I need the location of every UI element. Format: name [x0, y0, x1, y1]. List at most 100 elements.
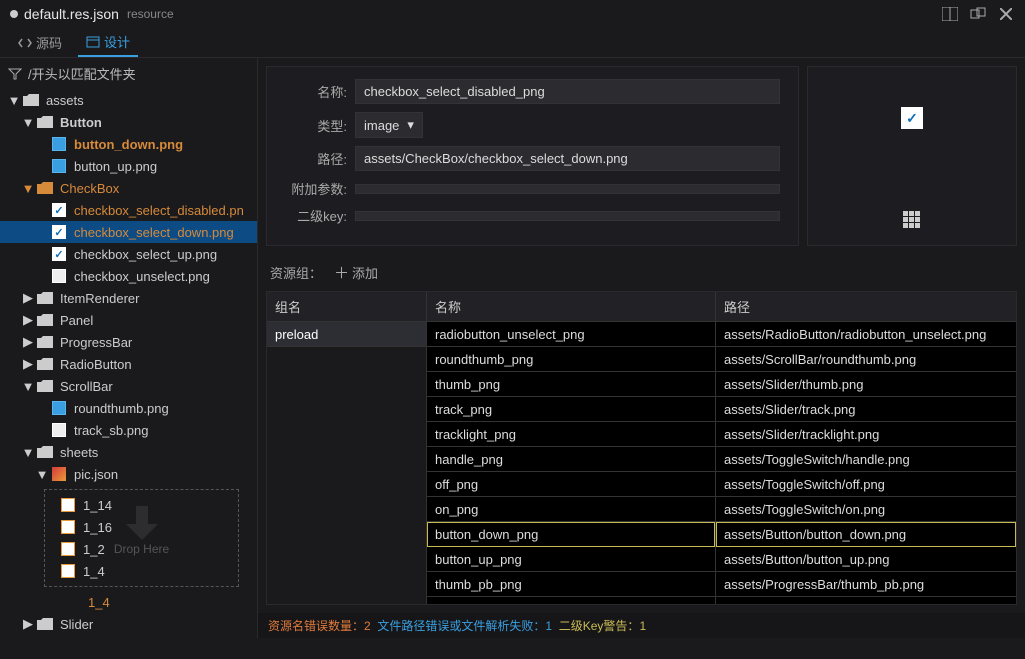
resource-table: 组名 preload 名称 radiobutton_unselect_pngro…: [266, 291, 1017, 605]
table-row-name[interactable]: thumb_pb_png: [427, 572, 715, 597]
content-area: 名称: checkbox_select_disabled_png 类型: image…: [258, 58, 1025, 638]
table-row-name[interactable]: on_png: [427, 497, 715, 522]
prop-name-label: 名称:: [285, 82, 347, 101]
table-row-path[interactable]: assets/Button/button_up.png: [716, 547, 1016, 572]
tree-sheets[interactable]: ▼sheets: [0, 441, 257, 463]
table-row-path[interactable]: assets/ToggleSwitch/handle.png: [716, 447, 1016, 472]
tree-button-down[interactable]: button_down.png: [0, 133, 257, 155]
table-row-path[interactable]: assets/ProgressBar/thumb_pb.png: [716, 572, 1016, 597]
sidebar: /开头以匹配文件夹 ▼assets ▼Button button_down.pn…: [0, 58, 258, 638]
table-row-path[interactable]: assets/Slider/thumb.png: [716, 372, 1016, 397]
tree-s12[interactable]: 1_2: [49, 538, 234, 560]
table-row-name[interactable]: radiobutton_unselect_png: [427, 322, 715, 347]
image-icon: [52, 269, 66, 283]
tree-s14[interactable]: 1_4: [49, 560, 234, 582]
sheet-icon: [61, 542, 75, 556]
table-row-name[interactable]: track_pb_png: [427, 597, 715, 605]
table-row-name[interactable]: button_down_png: [427, 522, 715, 547]
tree-cb-down[interactable]: ✓checkbox_select_down.png: [0, 221, 257, 243]
tree-cb-up[interactable]: ✓checkbox_select_up.png: [0, 243, 257, 265]
link-icon[interactable]: [969, 5, 987, 23]
tab-source-label: 源码: [36, 33, 62, 52]
status-err-count: 2: [364, 619, 371, 633]
image-icon: [52, 159, 66, 173]
tree-assets[interactable]: ▼assets: [0, 89, 257, 111]
tree-s116[interactable]: 1_16: [49, 516, 234, 538]
file-type: resource: [127, 7, 174, 21]
tree-progressbar[interactable]: ▶ProgressBar: [0, 331, 257, 353]
preview-panel: ✓: [807, 66, 1017, 246]
tree-cb-disabled[interactable]: ✓checkbox_select_disabled.pn: [0, 199, 257, 221]
image-icon: [52, 423, 66, 437]
table-row-name[interactable]: button_up_png: [427, 547, 715, 572]
prop-name-input[interactable]: checkbox_select_disabled_png: [355, 79, 780, 104]
tree-panel[interactable]: ▶Panel: [0, 309, 257, 331]
image-icon: [52, 401, 66, 415]
prop-extra-input[interactable]: [355, 184, 780, 194]
table-row-name[interactable]: handle_png: [427, 447, 715, 472]
status-warn-count: 1: [639, 619, 646, 633]
checkbox-icon: ✓: [52, 203, 66, 217]
table-row-name[interactable]: roundthumb_png: [427, 347, 715, 372]
sheet-icon: [61, 520, 75, 534]
json-icon: [52, 467, 66, 481]
prop-type-label: 类型:: [285, 116, 347, 135]
split-icon[interactable]: [941, 5, 959, 23]
tree-button-folder[interactable]: ▼Button: [0, 111, 257, 133]
properties-panel: 名称: checkbox_select_disabled_png 类型: image…: [266, 66, 799, 246]
tab-source[interactable]: 源码: [10, 29, 70, 56]
table-row-path[interactable]: assets/Slider/tracklight.png: [716, 422, 1016, 447]
tree-itemrenderer[interactable]: ▶ItemRenderer: [0, 287, 257, 309]
tree-track-sb[interactable]: track_sb.png: [0, 419, 257, 441]
tree-button-up[interactable]: button_up.png: [0, 155, 257, 177]
tree-radiobutton[interactable]: ▶RadioButton: [0, 353, 257, 375]
table-row-path[interactable]: assets/ScrollBar/roundthumb.png: [716, 347, 1016, 372]
col-path-header: 路径: [716, 292, 1016, 322]
plus-icon: ＋: [334, 262, 349, 283]
close-icon[interactable]: [997, 5, 1015, 23]
table-row-path[interactable]: assets/ToggleSwitch/on.png: [716, 497, 1016, 522]
table-row-name[interactable]: track_png: [427, 397, 715, 422]
tree-checkbox-folder[interactable]: ▼CheckBox: [0, 177, 257, 199]
prop-path-input[interactable]: assets/CheckBox/checkbox_select_down.png: [355, 146, 780, 171]
checkbox-icon: ✓: [52, 225, 66, 239]
tree-s114[interactable]: 1_14: [49, 494, 234, 516]
sheet-icon: [61, 564, 75, 578]
sidebar-filter[interactable]: /开头以匹配文件夹: [0, 58, 257, 89]
prop-path-label: 路径:: [285, 149, 347, 168]
tree-slider[interactable]: ▶Slider: [0, 613, 257, 635]
filter-icon: [8, 68, 22, 80]
prop-extra-label: 附加参数:: [285, 179, 347, 198]
checkbox-icon: ✓: [52, 247, 66, 261]
table-row-path[interactable]: assets/Slider/track.png: [716, 397, 1016, 422]
tree-scrollbar[interactable]: ▼ScrollBar: [0, 375, 257, 397]
col-name-header: 名称: [427, 292, 715, 322]
table-row-path[interactable]: assets/ToggleSwitch/off.png: [716, 472, 1016, 497]
add-group-button[interactable]: ＋添加: [334, 262, 378, 283]
table-row-name[interactable]: off_png: [427, 472, 715, 497]
prop-subkey-input[interactable]: [355, 211, 780, 221]
asset-tree: ▼assets ▼Button button_down.png button_u…: [0, 89, 257, 638]
prop-type-select[interactable]: image▾: [355, 112, 423, 138]
table-row-path[interactable]: assets/ProgressBar/track_pb.png: [716, 597, 1016, 605]
sidebar-filter-placeholder: /开头以匹配文件夹: [28, 64, 136, 83]
tree-s14b[interactable]: 1_4: [0, 591, 257, 613]
grid-toggle-icon[interactable]: [903, 211, 921, 229]
prop-subkey-label: 二级key:: [285, 206, 347, 225]
sheet-icon: [61, 498, 75, 512]
tab-design[interactable]: 设计: [78, 28, 138, 57]
group-preload[interactable]: preload: [267, 322, 426, 347]
dropzone[interactable]: 1_14 1_16 1_2 Drop Here 1_4: [44, 489, 239, 587]
table-row-path[interactable]: assets/Button/button_down.png: [716, 522, 1016, 547]
tree-picjson[interactable]: ▼pic.json: [0, 463, 257, 485]
tree-cb-unselect[interactable]: checkbox_unselect.png: [0, 265, 257, 287]
tree-roundthumb[interactable]: roundthumb.png: [0, 397, 257, 419]
table-row-name[interactable]: thumb_png: [427, 372, 715, 397]
image-icon: [52, 137, 66, 151]
status-path-label: 文件路径错误或文件解析失败：: [377, 619, 545, 633]
res-title: 资源组：: [270, 263, 322, 282]
table-row-path[interactable]: assets/RadioButton/radiobutton_unselect.…: [716, 322, 1016, 347]
table-row-name[interactable]: tracklight_png: [427, 422, 715, 447]
view-tabs: 源码 设计: [0, 28, 1025, 58]
status-err-label: 资源名错误数量：: [268, 619, 364, 633]
